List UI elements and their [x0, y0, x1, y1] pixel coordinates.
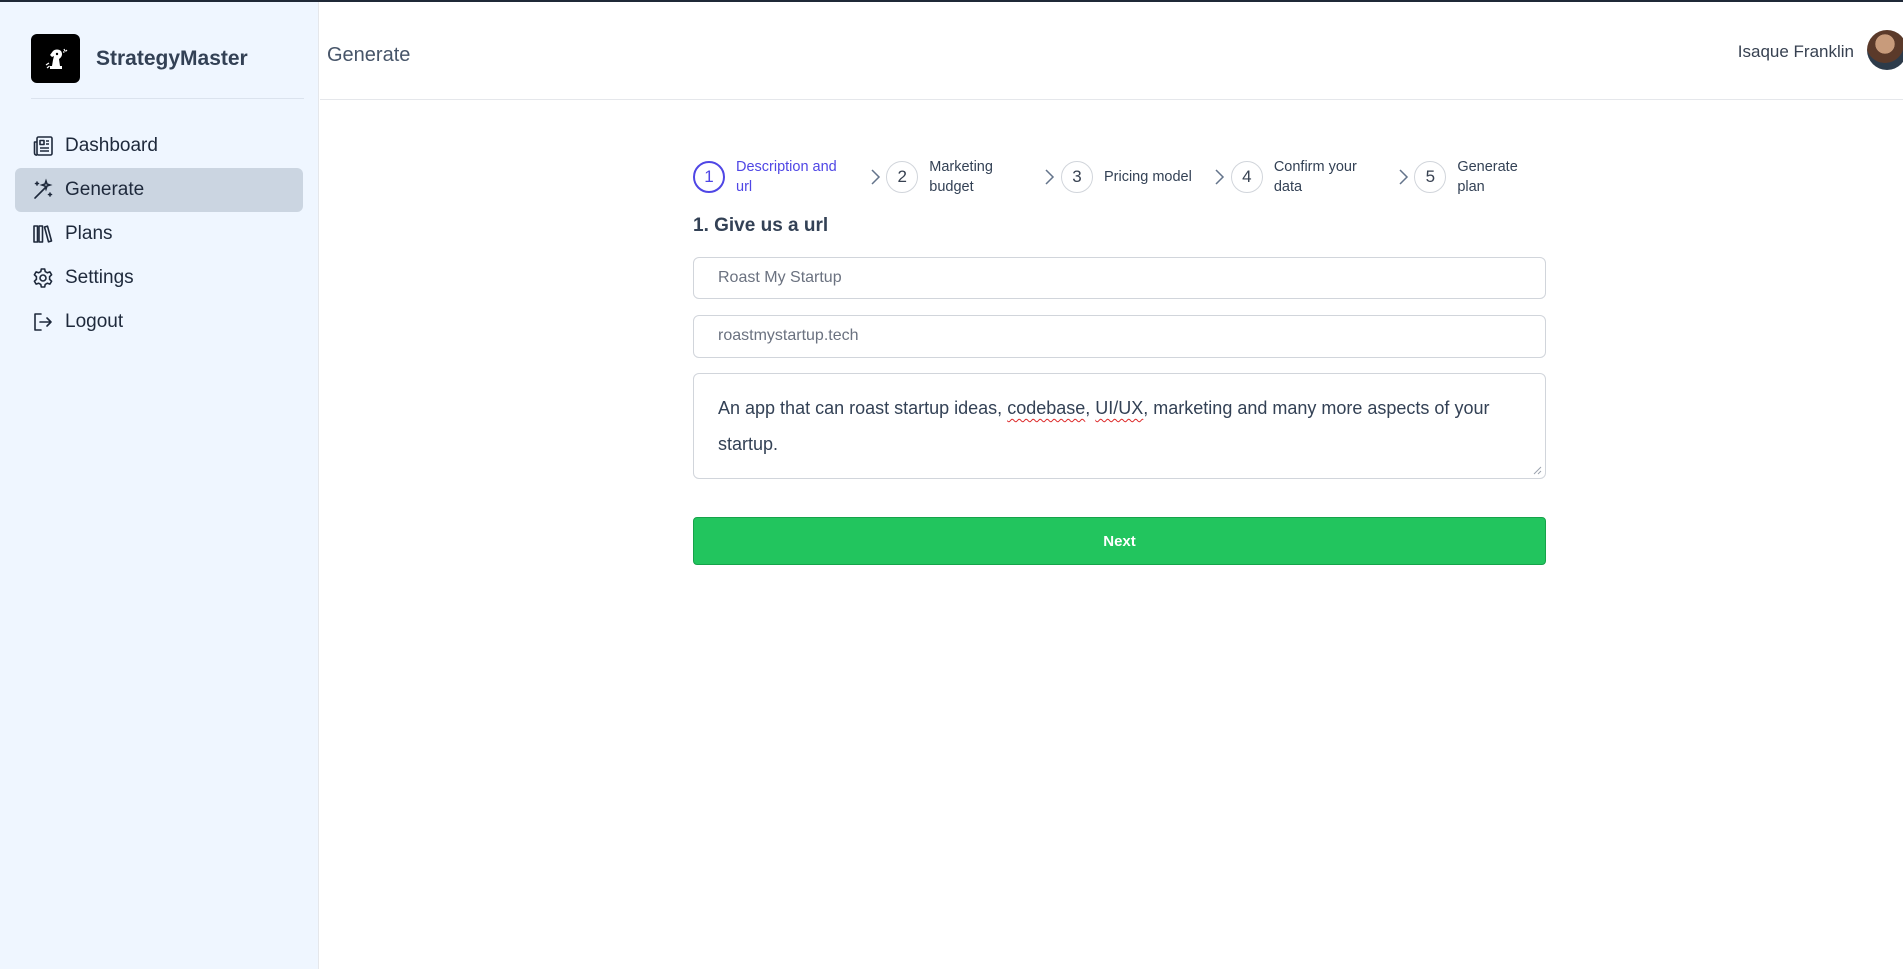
- sidebar-item-generate[interactable]: Generate: [15, 168, 303, 212]
- description-value: An app that can roast startup ideas, cod…: [718, 398, 1490, 454]
- startup-url-input[interactable]: roastmystartup.tech: [693, 315, 1546, 358]
- sidebar-item-logout[interactable]: Logout: [15, 300, 303, 344]
- sidebar-item-plans[interactable]: Plans: [15, 212, 303, 256]
- step-description[interactable]: 1 Description and url: [693, 157, 863, 197]
- step-confirm-data[interactable]: 4 Confirm your data: [1230, 157, 1391, 197]
- brand[interactable]: StrategyMaster: [31, 34, 248, 83]
- step-pricing-model[interactable]: 3 Pricing model: [1060, 161, 1207, 193]
- startup-name-input[interactable]: Roast My Startup: [693, 257, 1546, 299]
- section-title: 1. Give us a url: [693, 215, 829, 236]
- next-button[interactable]: Next: [693, 517, 1546, 565]
- step-label: Confirm your data: [1273, 159, 1357, 195]
- startup-url-value: roastmystartup.tech: [718, 327, 859, 344]
- newspaper-icon: [31, 134, 55, 158]
- magic-wand-icon: [31, 178, 55, 202]
- step-label: Description and url: [736, 159, 837, 195]
- sidebar-item-label: Plans: [65, 223, 113, 244]
- avatar[interactable]: [1867, 30, 1903, 70]
- user-name[interactable]: Isaque Franklin: [1738, 42, 1854, 62]
- sidebar-item-label: Generate: [65, 179, 145, 200]
- books-icon: [31, 222, 55, 246]
- chevron-right-icon: [863, 165, 886, 189]
- step-generate-plan[interactable]: 5 Generate plan: [1414, 157, 1546, 197]
- startup-name-value: Roast My Startup: [718, 269, 842, 286]
- stepper: 1 Description and url 2 Marketing budget…: [693, 155, 1546, 199]
- step-number: 3: [1060, 161, 1093, 193]
- step-number: 5: [1414, 161, 1447, 193]
- sidebar: StrategyMaster Dashboard Generate Plans …: [0, 2, 319, 969]
- step-marketing-budget[interactable]: 2 Marketing budget: [886, 157, 1037, 197]
- step-label: Marketing budget: [929, 159, 993, 195]
- chevron-right-icon: [1038, 165, 1061, 189]
- sidebar-item-label: Logout: [65, 311, 124, 332]
- step-number: 1: [693, 161, 725, 193]
- chevron-right-icon: [1391, 165, 1414, 189]
- sidebar-item-label: Settings: [65, 267, 134, 288]
- description-textarea[interactable]: An app that can roast startup ideas, cod…: [693, 373, 1546, 479]
- sidebar-item-dashboard[interactable]: Dashboard: [15, 124, 303, 168]
- resize-handle-icon[interactable]: [1532, 465, 1542, 475]
- step-label: Generate plan: [1457, 159, 1518, 195]
- sidebar-item-label: Dashboard: [65, 135, 158, 156]
- sidebar-nav: Dashboard Generate Plans Settings Logout: [15, 124, 303, 344]
- step-number: 4: [1230, 161, 1263, 193]
- top-header: Generate Isaque Franklin: [320, 2, 1903, 100]
- page-title: Generate: [327, 44, 411, 66]
- sidebar-divider: [31, 98, 304, 99]
- app-name: StrategyMaster: [96, 46, 248, 70]
- step-label: Pricing model: [1103, 169, 1192, 185]
- step-number: 2: [886, 161, 919, 193]
- logout-icon: [31, 310, 55, 334]
- sidebar-item-settings[interactable]: Settings: [15, 256, 303, 300]
- gear-icon: [31, 266, 55, 290]
- chevron-right-icon: [1207, 165, 1230, 189]
- chess-knight-logo-icon: [31, 34, 80, 83]
